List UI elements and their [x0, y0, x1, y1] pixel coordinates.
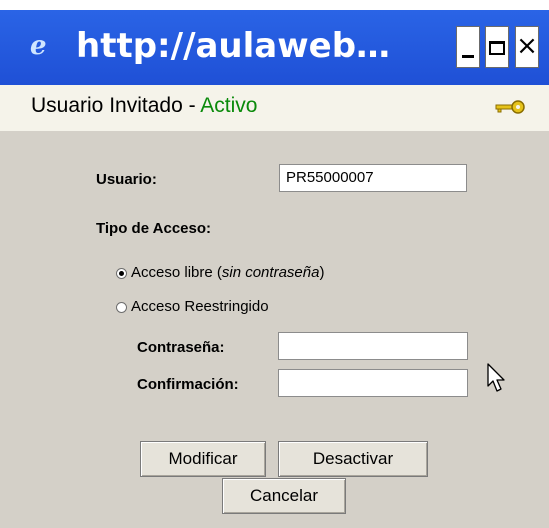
- minimize-button[interactable]: [456, 26, 480, 68]
- status-text: Usuario Invitado - Activo: [31, 94, 257, 118]
- cancel-button[interactable]: Cancelar: [222, 478, 346, 514]
- window-title: http://aulaweb…: [76, 26, 391, 66]
- dialog-window: e http://aulaweb… × Usuario Invitado - A…: [0, 10, 549, 528]
- ie-e-icon: e: [30, 31, 47, 61]
- radio-button[interactable]: [116, 302, 127, 313]
- radio-button-selected[interactable]: [116, 268, 127, 279]
- deactivate-button[interactable]: Desactivar: [278, 441, 428, 477]
- radio-acceso-restringido-label: Acceso Reestringido: [131, 298, 269, 315]
- user-form: Usuario: PR55000007 Tipo de Acceso: Acce…: [0, 131, 549, 528]
- radio-acceso-libre-label: Acceso libre (sin contraseña): [131, 264, 325, 281]
- maximize-icon: [489, 41, 505, 55]
- close-icon: ×: [516, 31, 538, 61]
- maximize-button[interactable]: [485, 26, 509, 68]
- status-state: Activo: [200, 94, 258, 117]
- usuario-field[interactable]: PR55000007: [279, 164, 467, 192]
- mouse-cursor-icon: [487, 363, 505, 392]
- key-icon: [495, 100, 525, 114]
- close-button[interactable]: ×: [515, 26, 539, 68]
- status-bar: Usuario Invitado - Activo: [0, 85, 549, 132]
- modify-button[interactable]: Modificar: [140, 441, 266, 477]
- confirm-label: Confirmación:: [137, 376, 239, 393]
- tipo-acceso-label: Tipo de Acceso:: [96, 220, 212, 237]
- minimize-icon: [462, 55, 474, 58]
- password-label: Contraseña:: [137, 339, 225, 356]
- usuario-label: Usuario:: [96, 171, 157, 188]
- password-field[interactable]: [278, 332, 468, 360]
- status-separator: -: [182, 94, 201, 117]
- status-user-label: Usuario Invitado: [31, 94, 183, 117]
- confirm-field[interactable]: [278, 369, 468, 397]
- title-bar[interactable]: e http://aulaweb… ×: [0, 10, 549, 85]
